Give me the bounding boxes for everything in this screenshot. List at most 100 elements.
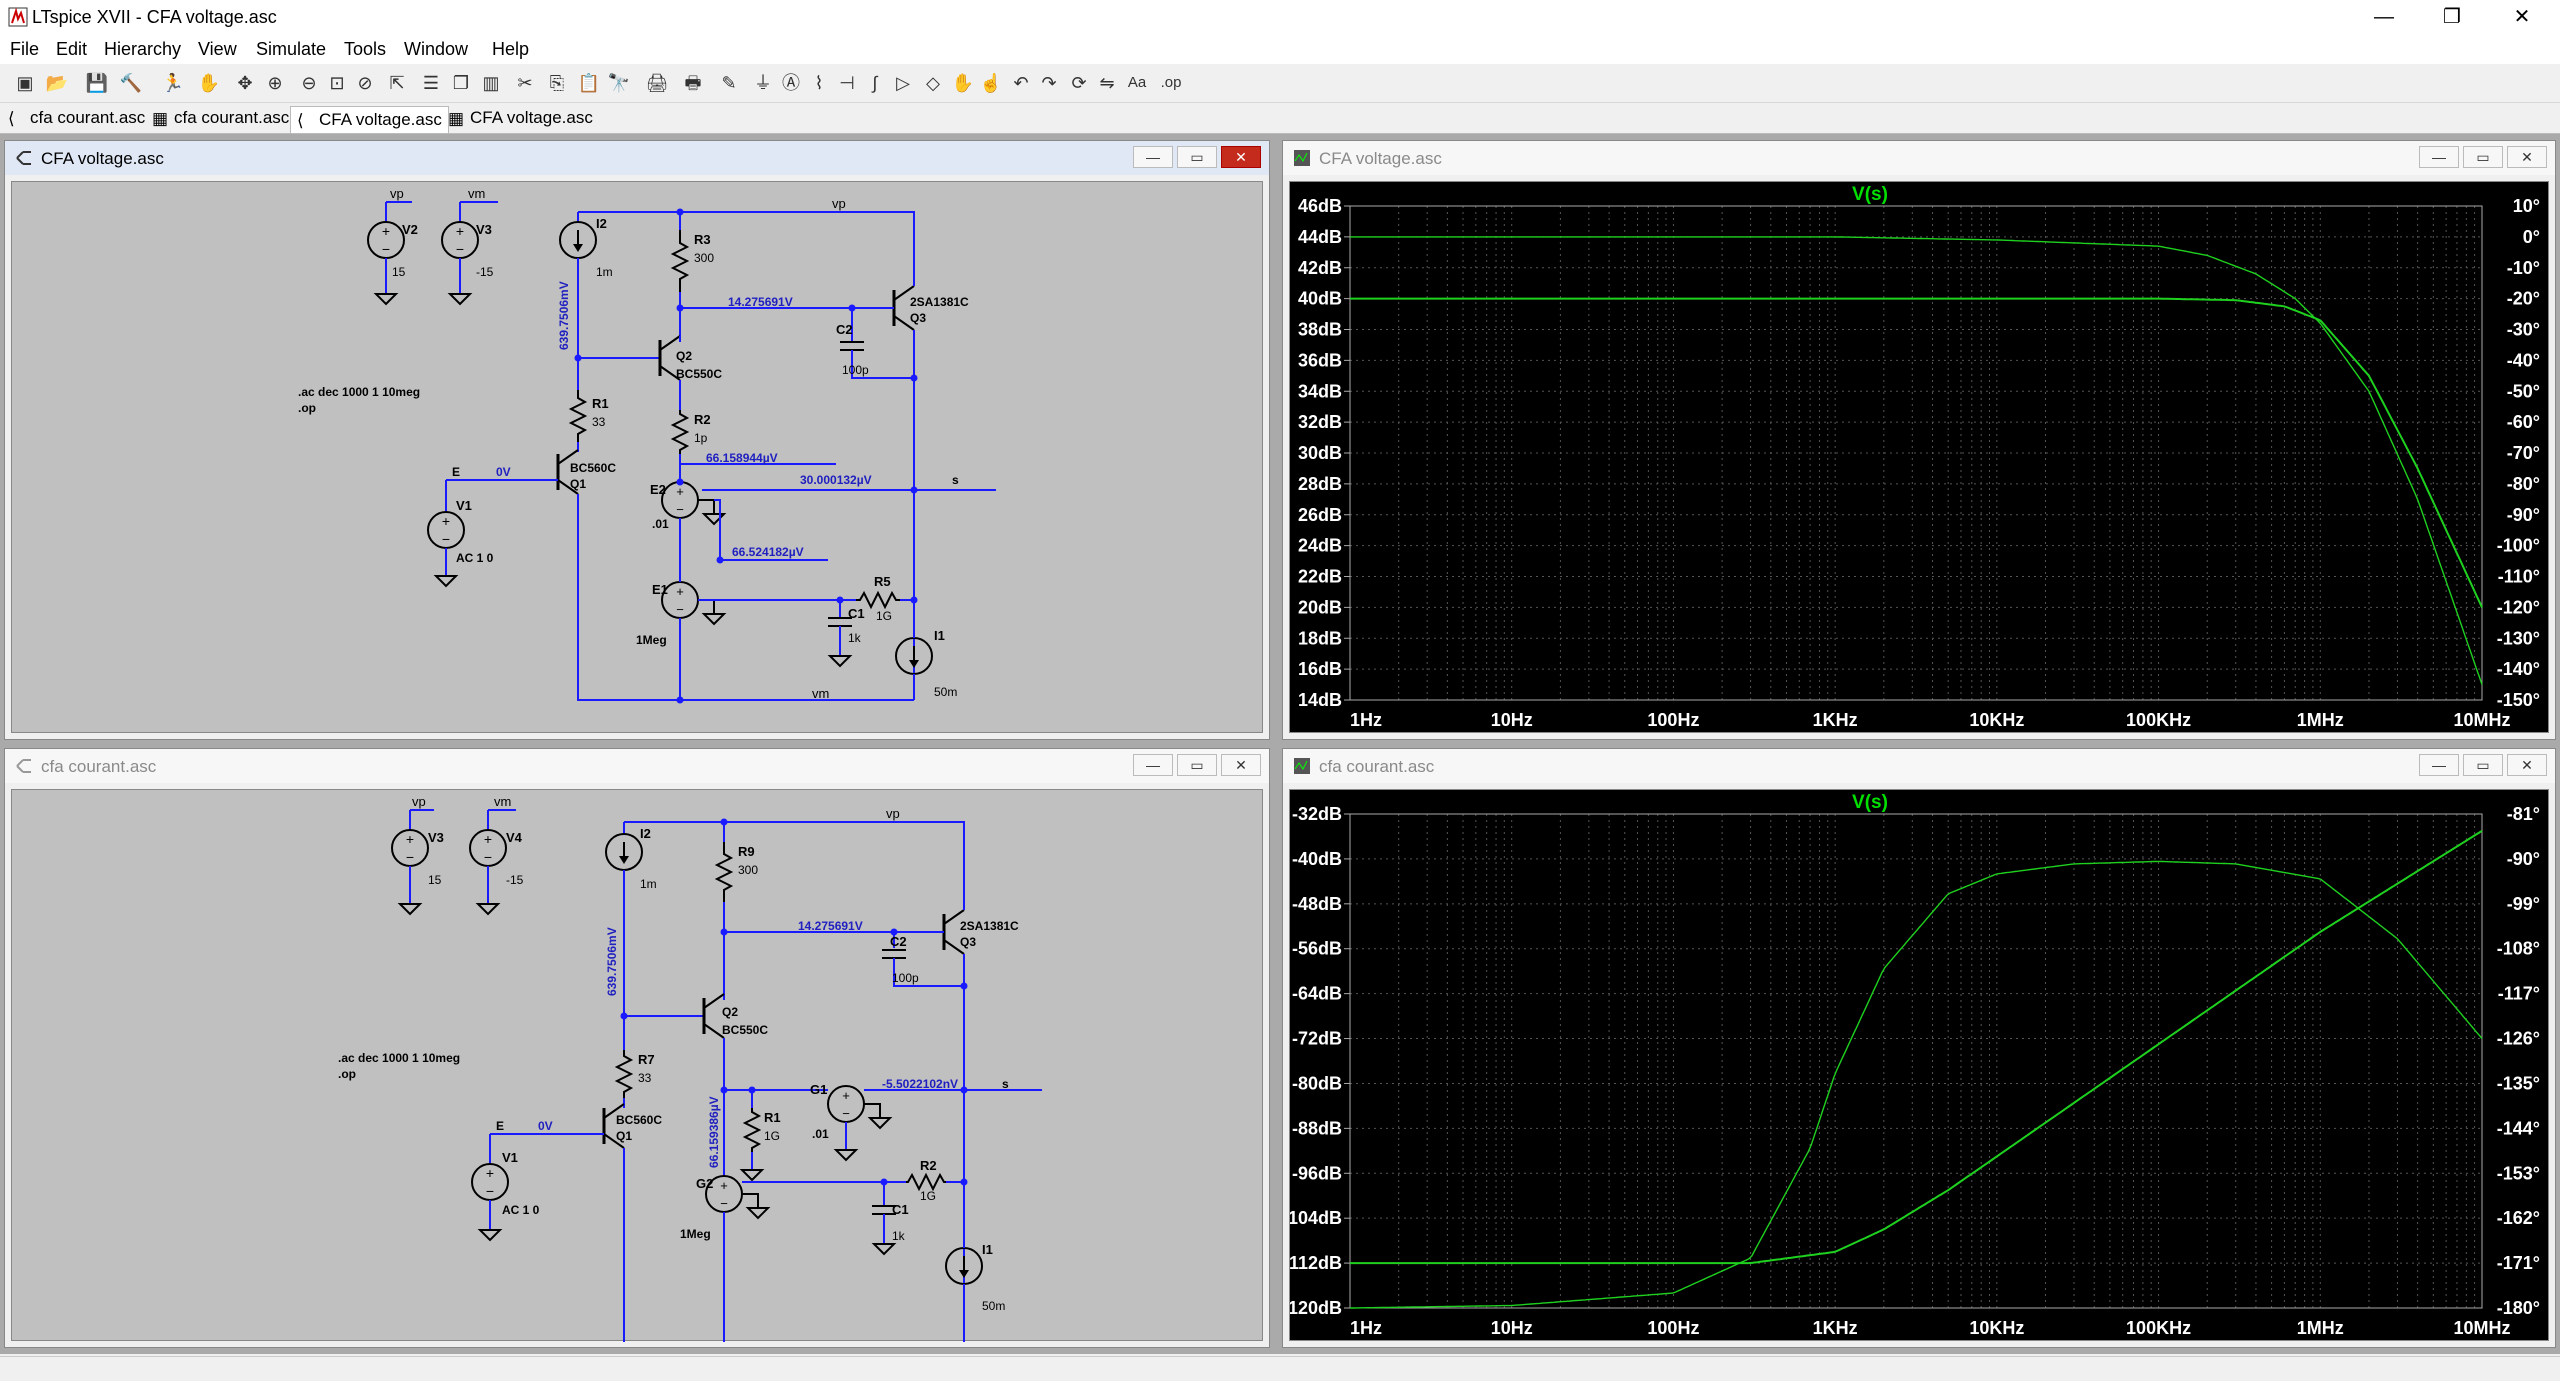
component-label: E2: [650, 482, 666, 497]
ground-symbol: [397, 903, 423, 916]
pane-minimize-button[interactable]: —: [1133, 754, 1173, 776]
ground-symbol: [867, 1117, 893, 1130]
tile-horizontal-icon[interactable]: ☰: [418, 70, 444, 96]
run-icon[interactable]: 🏃: [160, 70, 186, 96]
undo-icon[interactable]: ↶: [1008, 70, 1034, 96]
restore-button[interactable]: ❐: [2418, 0, 2486, 34]
wire-icon[interactable]: ✎: [716, 70, 742, 96]
spice-directive-icon[interactable]: .op: [1158, 70, 1184, 96]
pane-title-bar[interactable]: CFA voltage.asc — ▭ ✕: [5, 141, 1269, 175]
delete-icon[interactable]: ✂: [512, 70, 538, 96]
schematic-canvas[interactable]: + − vp V2 15 + − vm V3 -15 vp I2 1m 639.7506mV R3 300 14…: [11, 181, 1263, 733]
pane-title-bar[interactable]: CFA voltage.asc — ▭ ✕: [1283, 141, 2555, 175]
menu-edit[interactable]: Edit: [56, 39, 87, 60]
component-label: 1Meg: [636, 633, 667, 647]
label-net-icon[interactable]: Ⓐ: [778, 70, 804, 96]
resistor-symbol: [568, 390, 588, 442]
component-label: G2: [696, 1176, 713, 1191]
menu-view[interactable]: View: [198, 39, 237, 60]
capacitor-icon[interactable]: ⊣: [834, 70, 860, 96]
print-setup-icon[interactable]: 🖶: [680, 70, 706, 96]
pane-close-button[interactable]: ✕: [2507, 754, 2547, 776]
pane-minimize-button[interactable]: —: [2419, 754, 2459, 776]
pane-title-bar[interactable]: cfa courant.asc — ▭ ✕: [1283, 749, 2555, 783]
redo-icon[interactable]: ↷: [1036, 70, 1062, 96]
pane-close-button[interactable]: ✕: [1221, 146, 1261, 168]
y2-tick-label: -180°: [2497, 1298, 2540, 1318]
pane-minimize-button[interactable]: —: [1133, 146, 1173, 168]
pane-maximize-button[interactable]: ▭: [1177, 754, 1217, 776]
wire: [724, 931, 895, 948]
find-icon[interactable]: 🔭: [606, 70, 632, 96]
pan-icon[interactable]: ✥: [232, 70, 258, 96]
cascade-icon[interactable]: ❐: [448, 70, 474, 96]
x-tick-label: 1KHz: [1813, 710, 1858, 730]
diode-icon[interactable]: ▷: [890, 70, 916, 96]
component-label: R3: [694, 232, 711, 247]
zoom-out-icon[interactable]: ⊖: [296, 70, 322, 96]
pane-maximize-button[interactable]: ▭: [2463, 146, 2503, 168]
new-schematic-icon[interactable]: ▣: [12, 70, 38, 96]
waveform-icon: [1294, 150, 1310, 166]
menu-window[interactable]: Window: [404, 39, 468, 60]
pane-maximize-button[interactable]: ▭: [1177, 146, 1217, 168]
component-label: 33: [638, 1071, 652, 1085]
move-icon[interactable]: ✋: [950, 70, 976, 96]
plot-canvas[interactable]: -32dB -40dB -48dB -56dB -64dB -72dB -80dB -88dB…: [1282, 789, 2549, 1341]
y-tick-label: 34dB: [1298, 381, 1342, 401]
menu-help[interactable]: Help: [492, 39, 529, 60]
menu-simulate[interactable]: Simulate: [256, 39, 326, 60]
schematic-drawing: + − vp V2 15 + − vm V3 -15 vp I2 1m 639.7506mV R3 300 14…: [298, 186, 996, 704]
resistor-icon[interactable]: ⌇: [806, 70, 832, 96]
document-tabs: ⟨ cfa courant.asc ▦ cfa courant.asc ⟨ CFA v…: [0, 103, 2560, 134]
tab-cfa-courant-schematic[interactable]: ⟨ cfa courant.asc: [8, 108, 145, 128]
component-label: -15: [476, 265, 494, 279]
tab-label: cfa courant.asc: [30, 108, 146, 127]
zoom-fit-icon[interactable]: ⊡: [324, 70, 350, 96]
tab-cfa-courant-plot[interactable]: ▦ cfa courant.asc: [152, 108, 289, 128]
copy-icon[interactable]: ⎘: [544, 70, 570, 96]
zoom-in-icon[interactable]: ⊕: [262, 70, 288, 96]
print-icon[interactable]: 🖨: [644, 70, 670, 96]
open-icon[interactable]: 📂: [44, 70, 70, 96]
current-arrow-head: [619, 856, 629, 864]
paste-icon[interactable]: 📋: [576, 70, 602, 96]
rotate-icon[interactable]: ⟳: [1066, 70, 1092, 96]
y-tick-label: 38dB: [1298, 320, 1342, 340]
component-icon[interactable]: ◇: [920, 70, 946, 96]
autorange-icon[interactable]: ⇱: [384, 70, 410, 96]
waveform-icon: ▦: [152, 109, 169, 128]
drag-icon[interactable]: ☝: [978, 70, 1004, 96]
menu-file[interactable]: File: [10, 39, 39, 60]
inductor-icon[interactable]: ∫: [862, 70, 888, 96]
ground-icon[interactable]: ⏚: [750, 70, 776, 96]
y-tick-label: -88dB: [1292, 1118, 1342, 1138]
pane-title-bar[interactable]: cfa courant.asc — ▭ ✕: [5, 749, 1269, 783]
plot-canvas[interactable]: 46dB 44dB 42dB 40dB 38dB 36dB 34dB 32dB 30dB 28dB…: [1289, 181, 2549, 733]
component-label: 14.275691V: [728, 295, 793, 309]
pane-close-button[interactable]: ✕: [1221, 754, 1261, 776]
tile-vertical-icon[interactable]: ▥: [478, 70, 504, 96]
mirror-icon[interactable]: ⇋: [1094, 70, 1120, 96]
pane-maximize-button[interactable]: ▭: [2463, 754, 2503, 776]
tab-cfa-voltage-schematic[interactable]: ⟨ CFA voltage.asc: [290, 106, 449, 133]
menu-hierarchy[interactable]: Hierarchy: [104, 39, 181, 60]
text-icon[interactable]: Aa: [1124, 70, 1150, 96]
pane-minimize-button[interactable]: —: [2419, 146, 2459, 168]
close-button[interactable]: ✕: [2488, 0, 2556, 34]
pane-close-button[interactable]: ✕: [2507, 146, 2547, 168]
component-label: vm: [812, 686, 829, 701]
schematic-canvas[interactable]: + − vp V3 15 + − vm V4 -15 vp I2 1m 639.7506mV R9 300 14…: [11, 789, 1263, 1366]
zoom-cancel-icon[interactable]: ⊘: [352, 70, 378, 96]
y2-tick-label: -130°: [2497, 628, 2540, 648]
pane-title: CFA voltage.asc: [1319, 149, 1442, 168]
tab-cfa-voltage-plot[interactable]: ▦ CFA voltage.asc: [448, 108, 593, 128]
save-icon[interactable]: 💾: [84, 70, 110, 96]
minimize-button[interactable]: —: [2350, 0, 2418, 34]
x-tick-label: 1Hz: [1350, 710, 1382, 730]
control-panel-icon[interactable]: 🔨: [118, 70, 144, 96]
component-label: C1: [892, 1202, 909, 1217]
menu-tools[interactable]: Tools: [344, 39, 386, 60]
halt-icon[interactable]: ✋: [196, 70, 222, 96]
component-label: 300: [738, 863, 758, 877]
